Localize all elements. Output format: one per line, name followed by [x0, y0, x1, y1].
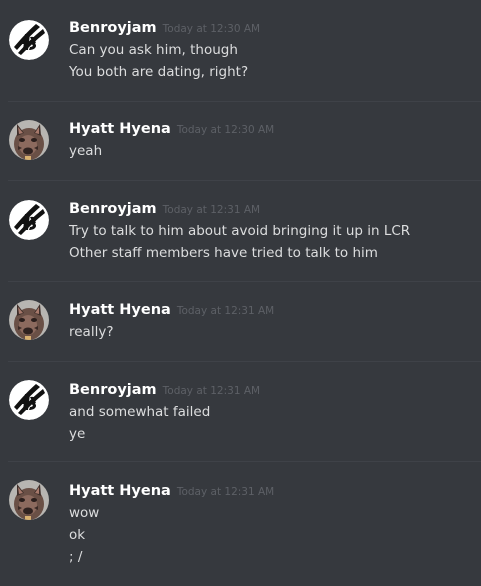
- username[interactable]: Hyatt Hyena: [69, 302, 171, 318]
- message-text: ok: [69, 527, 86, 543]
- message-header: Benroyjam Today at 12:31 AM: [69, 379, 260, 399]
- hyena-avatar-icon: [9, 120, 49, 160]
- message-text: ; /: [69, 549, 83, 565]
- message-divider: [8, 101, 481, 102]
- message-text: Try to talk to him about avoid bringing …: [69, 223, 411, 239]
- avatar[interactable]: [9, 20, 49, 60]
- avatar[interactable]: [9, 120, 49, 160]
- hyena-avatar-icon: [9, 480, 49, 520]
- message-header: Hyatt Hyena Today at 12:30 AM: [69, 118, 274, 138]
- username[interactable]: Hyatt Hyena: [69, 483, 171, 499]
- timestamp: Today at 12:30 AM: [162, 23, 261, 35]
- message-text: and somewhat failed: [69, 404, 211, 420]
- message-text: Other staff members have tried to talk t…: [69, 245, 378, 261]
- message-text: Can you ask him, though: [69, 42, 238, 58]
- timestamp: Today at 12:31 AM: [176, 486, 275, 498]
- avatar[interactable]: [9, 480, 49, 520]
- message-header: Benroyjam Today at 12:30 AM: [69, 17, 260, 37]
- benroyjam-logo-avatar-icon: [9, 200, 49, 240]
- username[interactable]: Benroyjam: [69, 201, 157, 217]
- hyena-avatar-icon: [9, 300, 49, 340]
- avatar[interactable]: [9, 300, 49, 340]
- message-text: ye: [69, 426, 86, 442]
- username[interactable]: Benroyjam: [69, 20, 157, 36]
- message-divider: [8, 180, 481, 181]
- timestamp: Today at 12:31 AM: [162, 204, 261, 216]
- benroyjam-logo-avatar-icon: [9, 380, 49, 420]
- message-divider: [8, 281, 481, 282]
- message-divider: [8, 361, 481, 362]
- message-text: yeah: [69, 143, 103, 159]
- message-header: Hyatt Hyena Today at 12:31 AM: [69, 480, 274, 500]
- message-text: You both are dating, right?: [69, 64, 249, 80]
- message-text: wow: [69, 505, 100, 521]
- username[interactable]: Benroyjam: [69, 382, 157, 398]
- message-header: Hyatt Hyena Today at 12:31 AM: [69, 299, 274, 319]
- message-text: really?: [69, 324, 114, 340]
- message-divider: [8, 461, 481, 462]
- avatar[interactable]: [9, 380, 49, 420]
- benroyjam-logo-avatar-icon: [9, 20, 49, 60]
- timestamp: Today at 12:31 AM: [162, 385, 261, 397]
- username[interactable]: Hyatt Hyena: [69, 121, 171, 137]
- avatar[interactable]: [9, 200, 49, 240]
- timestamp: Today at 12:30 AM: [176, 124, 275, 136]
- timestamp: Today at 12:31 AM: [176, 305, 275, 317]
- message-header: Benroyjam Today at 12:31 AM: [69, 198, 260, 218]
- message-list: Benroyjam Today at 12:30 AM Can you ask hi…: [0, 0, 481, 586]
